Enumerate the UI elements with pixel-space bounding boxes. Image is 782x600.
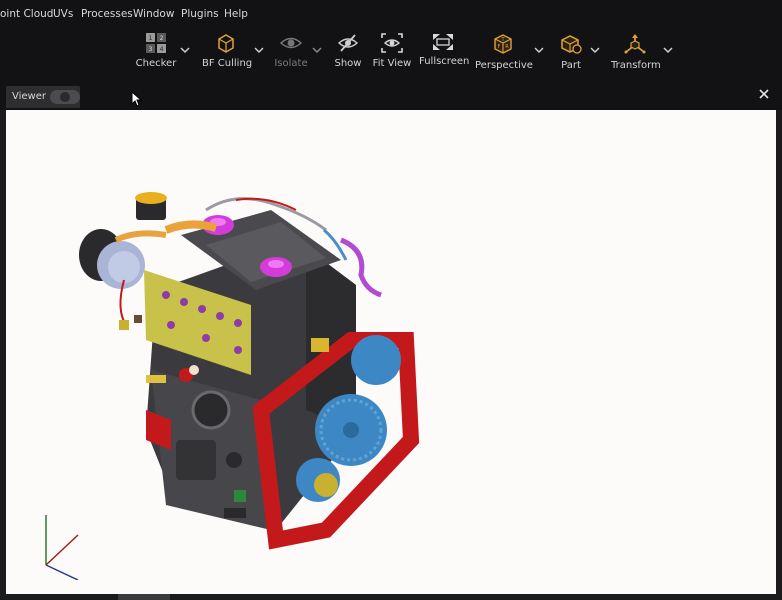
checker-chevron-down-icon[interactable] [180,46,190,54]
isolate-label: Isolate [274,58,308,69]
transform-chevron-down-icon[interactable] [663,46,673,54]
viewer-viewport[interactable] [6,110,776,594]
eye-slash-icon [337,34,359,52]
part-icon [561,35,582,54]
part-label: Part [561,60,581,71]
cube-icon [218,34,234,53]
menu-help[interactable]: Help [224,8,248,20]
part-chevron-down-icon[interactable] [590,46,600,54]
status-strip [0,594,782,600]
toggle-knob [60,92,70,102]
menu-bar: oint Cloud UVs Processes Window Plugins … [0,0,782,28]
part-button[interactable]: Part [556,32,586,71]
checker-button[interactable]: 1 2 3 4 Checker [134,32,178,69]
perspective-button[interactable]: T F R Perspective [475,32,533,71]
show-label: Show [334,58,362,69]
toolbar: 1 2 3 4 Checker BF Culling Isolate Show [0,28,782,80]
svg-text:R: R [505,44,509,50]
transform-button[interactable]: Transform [611,32,661,71]
isolate-chevron-down-icon[interactable] [312,46,322,54]
fullscreen-button[interactable]: Fullscreen [419,32,470,67]
show-button[interactable]: Show [332,32,364,69]
eye-icon [279,37,303,49]
fit-view-label: Fit View [372,58,412,69]
menu-uvs[interactable]: UVs [53,8,73,20]
checker-icon: 1 2 3 4 [146,33,166,53]
menu-processes[interactable]: Processes [81,8,133,20]
status-segment [118,594,170,600]
viewer-tab-label: Viewer [12,91,46,102]
viewer-tab-bar [0,80,782,110]
fit-view-icon [381,33,403,53]
perspective-chevron-down-icon[interactable] [534,46,544,54]
mouse-pointer-icon [131,91,143,107]
axis-gizmo [45,515,79,580]
menu-point-cloud[interactable]: oint Cloud [0,8,53,20]
fit-view-button[interactable]: Fit View [372,32,412,69]
bf-culling-chevron-down-icon[interactable] [254,46,264,54]
transform-label: Transform [611,60,661,71]
isolate-button[interactable]: Isolate [273,32,309,69]
close-icon[interactable] [756,86,772,102]
perspective-label: Perspective [475,60,533,71]
svg-text:2: 2 [160,35,164,42]
svg-text:F: F [498,44,501,50]
svg-text:1: 1 [149,35,153,42]
menu-plugins[interactable]: Plugins [181,8,219,20]
tab-viewer[interactable]: Viewer [6,86,80,108]
svg-text:4: 4 [160,46,164,53]
fullscreen-label: Fullscreen [419,56,470,67]
bf-culling-button[interactable]: BF Culling [202,32,253,69]
perspective-cube-icon: T F R [494,34,512,54]
svg-text:3: 3 [149,46,153,53]
transform-gizmo-icon [624,34,646,54]
fullscreen-icon [433,34,453,50]
checker-label: Checker [135,58,177,69]
menu-window[interactable]: Window [133,8,174,20]
engine-model[interactable] [6,110,776,594]
bf-culling-label: BF Culling [202,58,253,69]
viewer-toggle[interactable] [50,90,80,104]
